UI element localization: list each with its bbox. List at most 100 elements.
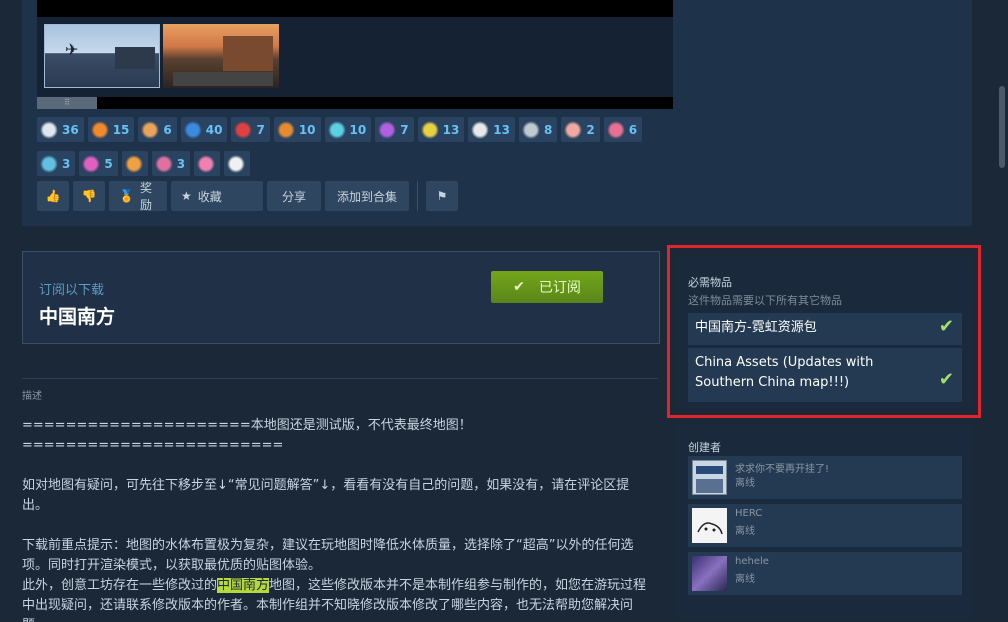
plane-shape: ✈ <box>65 40 79 59</box>
award-ribbon-icon: 🏅 <box>119 189 134 203</box>
scrollbar-thumb[interactable]: ⠿ <box>37 97 97 109</box>
star-icon: ★ <box>181 189 192 203</box>
award-count: 36 <box>62 122 79 137</box>
award-count: 15 <box>112 122 130 137</box>
description-body: =====================本地图还是测试版，不代表最终地图！==… <box>22 416 654 622</box>
favorite-button[interactable]: ★ 收藏 <box>171 181 263 211</box>
add-collection-label: 添加到合集 <box>336 189 397 204</box>
avatar <box>692 556 727 591</box>
checkmark-icon: ✔ <box>513 279 525 295</box>
creator-item[interactable]: 求求你不要再开挂了! 离线 <box>688 456 962 499</box>
creator-status: 离线 <box>735 478 755 489</box>
can-award-icon <box>234 120 253 139</box>
award-badge[interactable]: 6 <box>603 117 643 142</box>
award-count: 7 <box>400 122 409 137</box>
eagle-award-icon <box>40 120 58 139</box>
cookie-award-icon <box>141 120 160 139</box>
item-title: 中国南方 <box>39 306 116 328</box>
thumbs-up-icon: 👍 <box>45 189 61 203</box>
cloud-award-icon <box>522 120 540 139</box>
award-badge[interactable]: 10 <box>324 117 372 142</box>
creator-status: 离线 <box>735 574 755 585</box>
heart-award-icon <box>197 154 216 173</box>
building-shape <box>223 36 273 71</box>
description-paragraph: 下载前重点提示：地图的水体布置极为复杂，建议在玩地图时降低水体质量，选择除了“超… <box>22 538 634 573</box>
highlighted-text: 中国南方 <box>217 578 270 593</box>
creator-name: HERC <box>735 508 763 519</box>
creators-panel: 创建者 求求你不要再开挂了! 离线 HERC 离线 hehele 离线 <box>677 423 972 619</box>
thumbnail-scrollbar[interactable]: ⠿ <box>37 97 673 109</box>
heart-hands-award-icon <box>378 120 397 139</box>
sun-award-icon <box>420 120 439 139</box>
highlight-box <box>667 245 981 418</box>
description-label: 描述 <box>22 391 42 402</box>
subscribe-panel: 订阅以下载 中国南方 ✔ 已订阅 <box>22 251 660 344</box>
thumbs-down-button[interactable]: 👎 <box>73 181 105 211</box>
award-badge[interactable]: 7 <box>231 117 270 142</box>
award-button[interactable]: 🏅 奖励 <box>109 181 167 212</box>
divider <box>417 181 418 211</box>
divider <box>22 378 658 379</box>
award-count: 10 <box>349 122 367 137</box>
award-badge[interactable]: 15 <box>87 117 135 142</box>
avatar <box>692 508 727 543</box>
creators-title: 创建者 <box>688 441 721 454</box>
avatar <box>692 460 727 495</box>
award-count: 2 <box>586 122 595 137</box>
page-scrollbar-thumb[interactable] <box>999 86 1005 168</box>
awards-list: 36 15 6 40 7 10 10 7 13 13 8 2 6 3 5 3 <box>37 117 657 181</box>
pig-award-icon <box>606 120 625 139</box>
thumbnail-strip: ✈ <box>37 17 673 97</box>
award-badge[interactable]: 8 <box>519 117 558 142</box>
description-line: =====================本地图还是测试版，不代表最终地图！==… <box>22 418 472 453</box>
creator-item[interactable]: HERC 离线 <box>688 504 962 547</box>
fox-award-icon <box>276 120 295 139</box>
share-button-label: 分享 <box>281 189 306 204</box>
creator-status: 离线 <box>735 526 755 537</box>
award-count: 7 <box>256 122 265 137</box>
flag-icon: ⚑ <box>436 189 448 203</box>
award-count: 6 <box>628 122 638 137</box>
pointing-hand-award-icon <box>90 120 109 139</box>
gift-award-icon <box>183 120 202 139</box>
award-count: 8 <box>544 122 553 137</box>
award-badge[interactable]: 13 <box>417 117 465 142</box>
award-badge[interactable]: 36 <box>37 117 84 142</box>
road-shape <box>173 72 273 86</box>
award-badge[interactable]: 6 <box>138 117 177 142</box>
fish-award-icon <box>82 154 101 173</box>
award-badge[interactable]: 3 <box>37 151 76 176</box>
screenshot-thumbnail[interactable] <box>163 24 279 88</box>
description-paragraph: 如对地图有疑问，可先往下移步至↓“常见问题解答”↓，看看有没有自己的问题，如果没… <box>22 478 630 513</box>
screenshot-thumbnail[interactable]: ✈ <box>44 24 160 88</box>
share-button[interactable]: 分享 <box>267 181 321 211</box>
hippo-award-icon <box>154 154 173 173</box>
description-paragraph: 此外，创意工坊存在一些修改过的中国南方地图，这些修改版本并不是本制作组参与制作的… <box>22 576 654 622</box>
report-button[interactable]: ⚑ <box>426 181 458 211</box>
bird-award-icon <box>40 154 58 173</box>
award-badge[interactable] <box>194 151 221 176</box>
award-badge[interactable]: 10 <box>273 117 321 142</box>
thumbs-up-button[interactable]: 👍 <box>37 181 69 211</box>
video-player[interactable] <box>37 0 673 17</box>
award-badge[interactable] <box>224 151 251 176</box>
award-badge[interactable]: 13 <box>468 117 515 142</box>
award-badge[interactable]: 3 <box>151 151 191 176</box>
favorite-button-label: 收藏 <box>197 189 222 204</box>
award-count: 3 <box>62 156 71 171</box>
chicken-award-icon <box>227 154 246 173</box>
award-badge[interactable]: 5 <box>79 151 118 176</box>
add-to-collection-button[interactable]: 添加到合集 <box>325 181 409 211</box>
subscribed-button[interactable]: ✔ 已订阅 <box>491 271 603 303</box>
award-count: 5 <box>104 156 113 171</box>
award-count: 10 <box>298 122 316 137</box>
award-badge[interactable]: 7 <box>375 117 414 142</box>
award-badge[interactable] <box>121 151 148 176</box>
creator-item[interactable]: hehele 离线 <box>688 552 962 595</box>
brain-award-icon <box>564 120 583 139</box>
award-badge[interactable]: 40 <box>180 117 228 142</box>
award-count: 13 <box>442 122 460 137</box>
building-shape <box>115 47 155 69</box>
award-badge[interactable]: 2 <box>561 117 600 142</box>
award-count: 13 <box>493 122 510 137</box>
